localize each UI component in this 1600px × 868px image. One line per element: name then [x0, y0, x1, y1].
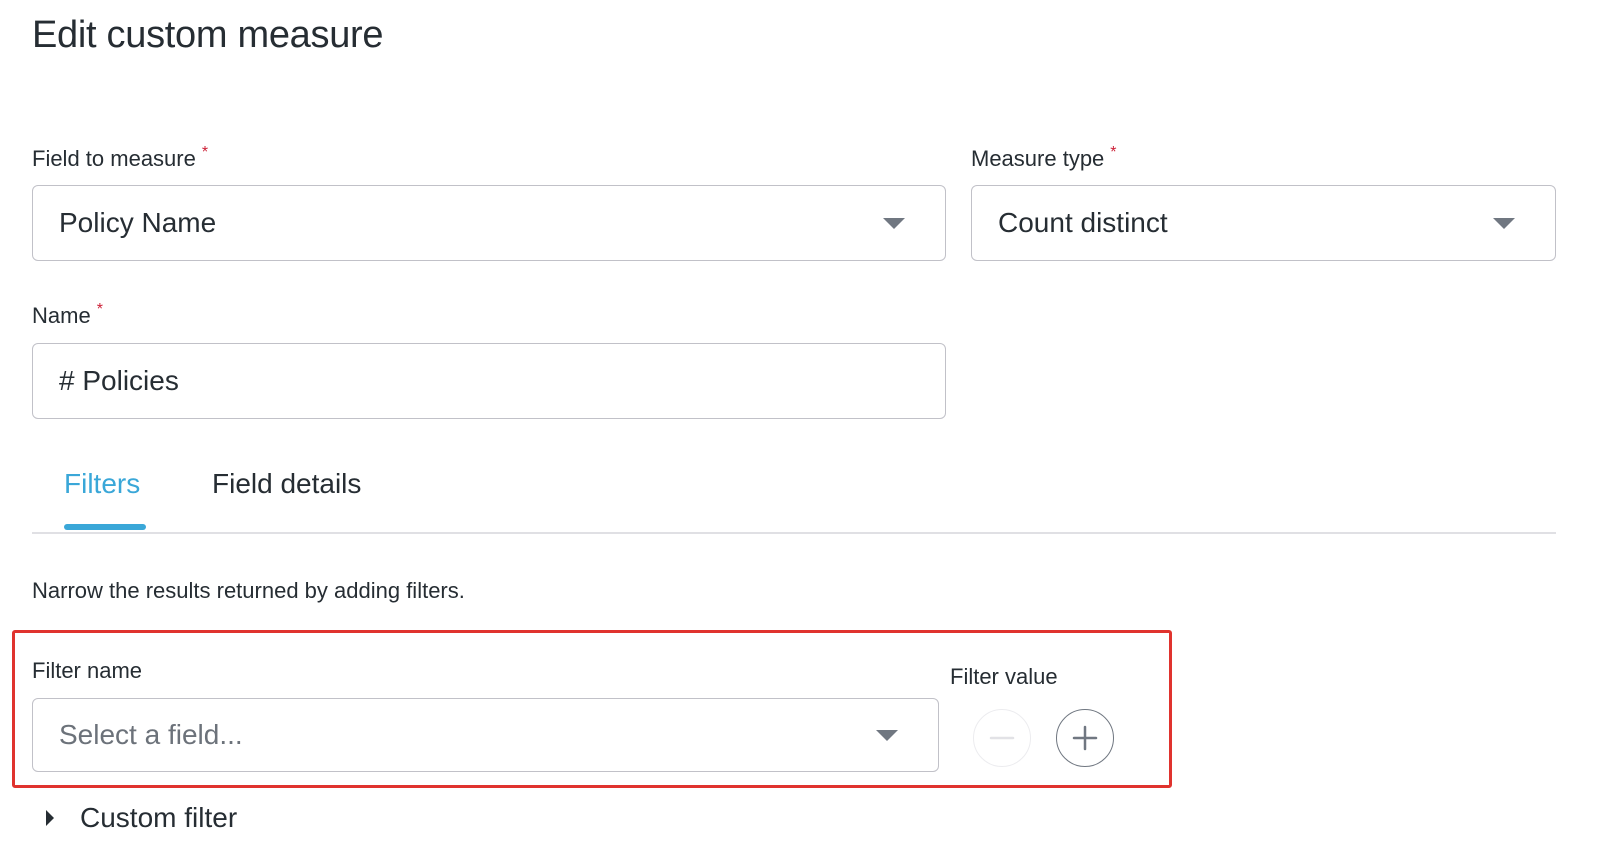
edit-custom-measure-dialog: Edit custom measure Field to measure * P…	[0, 0, 1600, 868]
chevron-down-icon	[876, 730, 898, 741]
minus-icon	[989, 736, 1015, 740]
chevron-down-icon	[1493, 218, 1515, 229]
custom-filter-toggle[interactable]: Custom filter	[46, 798, 237, 838]
filter-name-label: Filter name	[32, 658, 143, 683]
filter-value-label: Filter value	[950, 664, 1058, 689]
tabs-divider	[32, 532, 1556, 534]
filter-name-select[interactable]: Select a field...	[32, 698, 939, 772]
measure-type-label: Measure type *	[971, 144, 1117, 172]
measure-type-select[interactable]: Count distinct	[971, 185, 1556, 261]
caret-right-icon	[46, 810, 54, 826]
required-marker: *	[96, 301, 103, 318]
tab-filters[interactable]: Filters	[64, 468, 140, 500]
custom-filter-label: Custom filter	[80, 802, 238, 833]
remove-filter-button[interactable]	[973, 709, 1031, 767]
field-to-measure-label-text: Field to measure	[32, 146, 196, 171]
active-tab-indicator	[64, 524, 146, 530]
required-marker: *	[1110, 144, 1117, 161]
name-label: Name *	[32, 301, 103, 329]
measure-type-label-text: Measure type	[971, 146, 1105, 171]
name-input[interactable]: # Policies	[32, 343, 946, 419]
tab-bar: Filters Field details	[32, 450, 1556, 536]
tab-field-details[interactable]: Field details	[212, 468, 361, 500]
measure-type-value: Count distinct	[998, 207, 1168, 238]
plus-icon	[1072, 725, 1098, 751]
name-input-value: # Policies	[59, 365, 179, 396]
field-to-measure-value: Policy Name	[59, 207, 217, 238]
required-marker: *	[201, 144, 209, 161]
page-title: Edit custom measure	[32, 14, 384, 56]
add-filter-button[interactable]	[1056, 709, 1114, 767]
field-to-measure-select[interactable]: Policy Name	[32, 185, 946, 261]
filters-helper-text: Narrow the results returned by adding fi…	[32, 578, 465, 603]
name-label-text: Name	[32, 303, 91, 328]
chevron-down-icon	[883, 218, 905, 229]
filter-name-placeholder: Select a field...	[59, 719, 243, 750]
field-to-measure-label: Field to measure *	[32, 144, 209, 172]
